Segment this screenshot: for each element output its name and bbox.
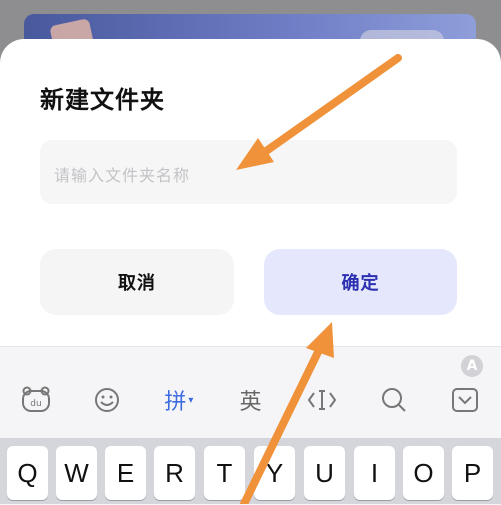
- hide-keyboard-icon[interactable]: [443, 380, 487, 420]
- key-i[interactable]: I: [354, 446, 395, 500]
- folder-name-placeholder: 请输入文件夹名称: [54, 166, 191, 185]
- confirm-button[interactable]: 确定: [264, 249, 457, 315]
- key-w[interactable]: W: [56, 446, 97, 500]
- dialog-title: 新建文件夹: [40, 85, 165, 114]
- key-t[interactable]: T: [204, 446, 245, 500]
- svg-text:du: du: [30, 399, 41, 409]
- key-u[interactable]: U: [304, 446, 345, 500]
- english-mode[interactable]: 英: [228, 380, 272, 420]
- keyboard-toolbar: du 拼 ▾ 英: [0, 374, 501, 426]
- folder-name-input[interactable]: 请输入文件夹名称: [40, 140, 457, 204]
- key-q[interactable]: Q: [7, 446, 48, 500]
- key-e[interactable]: E: [105, 446, 146, 500]
- key-y[interactable]: Y: [254, 446, 295, 500]
- baidu-input-icon[interactable]: du: [14, 380, 58, 420]
- emoji-icon[interactable]: [85, 380, 129, 420]
- key-r[interactable]: R: [154, 446, 195, 500]
- key-p[interactable]: P: [452, 446, 493, 500]
- pinyin-mode[interactable]: 拼 ▾: [157, 380, 201, 420]
- cursor-move-icon[interactable]: [300, 380, 344, 420]
- key-o[interactable]: O: [403, 446, 444, 500]
- english-mode-label: 英: [239, 390, 262, 415]
- search-icon[interactable]: [372, 380, 416, 420]
- cancel-button[interactable]: 取消: [40, 249, 234, 315]
- keyboard-key-row: Q W E R T Y U I O P: [0, 438, 501, 504]
- pinyin-mode-label: 拼: [164, 390, 187, 415]
